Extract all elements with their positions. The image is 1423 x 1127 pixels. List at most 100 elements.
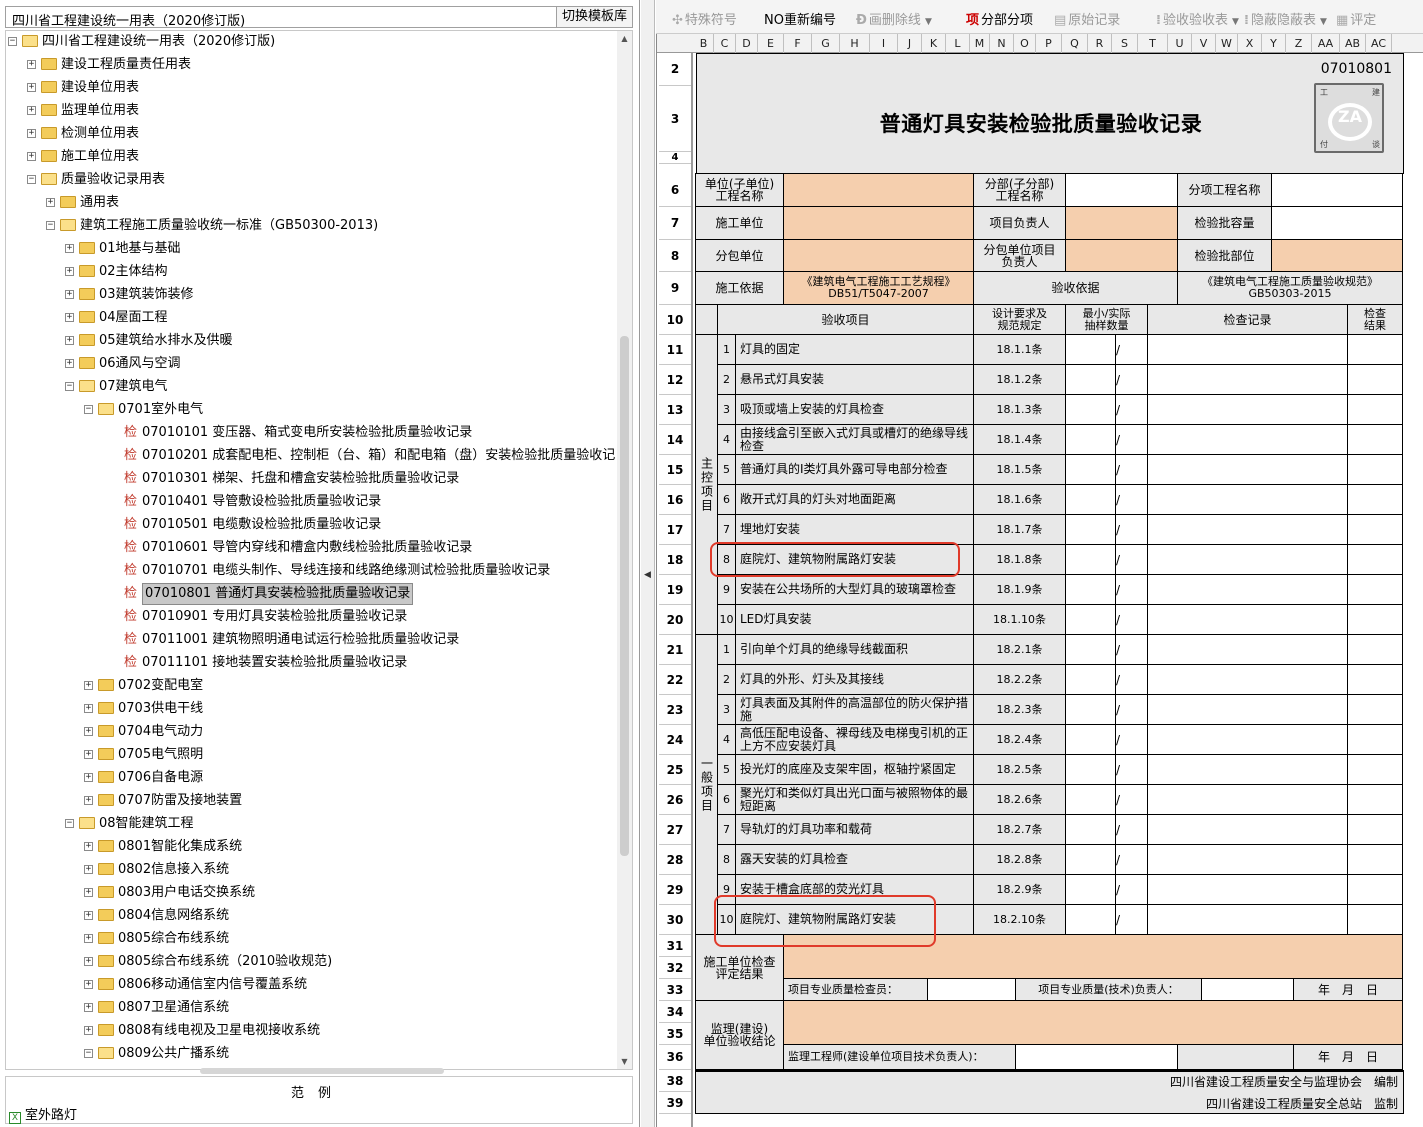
column-header[interactable]: F: [784, 34, 812, 53]
row-header[interactable]: 18: [659, 545, 691, 575]
toolbar-button[interactable]: 项分部分项: [966, 9, 1033, 28]
supervisor-engineer-field[interactable]: [1015, 1044, 1178, 1070]
sample-actual-field[interactable]: /: [1115, 454, 1148, 485]
column-header[interactable]: V: [1192, 34, 1216, 53]
tree-item-folder[interactable]: +0805综合布线系统（2010验收规范): [6, 951, 616, 973]
sample-actual-field[interactable]: /: [1115, 424, 1148, 455]
row-header[interactable]: 10: [659, 305, 691, 335]
scroll-thumb[interactable]: [620, 336, 629, 856]
expand-toggle-icon[interactable]: +: [84, 934, 93, 943]
sample-count-field[interactable]: [1065, 664, 1116, 695]
tree-item-folder[interactable]: +02主体结构: [6, 261, 616, 283]
expand-toggle-icon[interactable]: +: [84, 980, 93, 989]
sample-count-field[interactable]: [1065, 634, 1116, 665]
check-record-field[interactable]: [1147, 424, 1348, 455]
row-header[interactable]: 17: [659, 515, 691, 545]
check-result-field[interactable]: [1347, 514, 1403, 545]
row-header[interactable]: 28: [659, 845, 691, 875]
tree-item-folder[interactable]: +0805综合布线系统: [6, 928, 616, 950]
sub-project-field[interactable]: [1065, 173, 1178, 207]
sample-actual-field[interactable]: /: [1115, 634, 1148, 665]
toolbar-button[interactable]: ⁞ 隐蔽隐蔽表 ▼: [1244, 9, 1327, 28]
expand-toggle-icon[interactable]: +: [84, 957, 93, 966]
row-header[interactable]: 21: [659, 635, 691, 665]
check-record-field[interactable]: [1147, 904, 1348, 935]
check-record-field[interactable]: [1147, 634, 1348, 665]
check-record-field[interactable]: [1147, 484, 1348, 515]
collapse-toggle-icon[interactable]: −: [8, 37, 17, 46]
contractor-date[interactable]: 年 月 日: [1293, 978, 1403, 1001]
tree-item-form[interactable]: 检 07010601 导管内穿线和槽盒内敷线检验批质量验收记录: [6, 537, 616, 559]
row-header[interactable]: 31: [659, 935, 691, 957]
check-record-field[interactable]: [1147, 544, 1348, 575]
collapse-toggle-icon[interactable]: −: [27, 175, 36, 184]
check-record-field[interactable]: [1147, 724, 1348, 755]
tree-item-folder[interactable]: +0807卫星通信系统: [6, 997, 616, 1019]
expand-toggle-icon[interactable]: +: [65, 313, 74, 322]
tree-item-folder[interactable]: +05建筑给水排水及供暖: [6, 330, 616, 352]
tree-item-folder[interactable]: +0801智能化集成系统: [6, 836, 616, 858]
sample-actual-field[interactable]: /: [1115, 844, 1148, 875]
tree-item-folder[interactable]: − 07建筑电气: [6, 376, 616, 398]
sample-count-field[interactable]: [1065, 604, 1116, 635]
row-header[interactable]: 7: [659, 207, 691, 240]
collapse-toggle-icon[interactable]: −: [84, 405, 93, 414]
check-record-field[interactable]: [1147, 694, 1348, 725]
tree-item-folder[interactable]: +03建筑装饰装修: [6, 284, 616, 306]
tree-item-folder[interactable]: + 建设工程质量责任用表: [6, 54, 616, 76]
expand-toggle-icon[interactable]: +: [27, 60, 36, 69]
sample-count-field[interactable]: [1065, 394, 1116, 425]
collapse-toggle-icon[interactable]: −: [84, 1049, 93, 1058]
row-header[interactable]: 23: [659, 695, 691, 725]
tree-item-folder[interactable]: +0806移动通信室内信号覆盖系统: [6, 974, 616, 996]
check-record-field[interactable]: [1147, 574, 1348, 605]
column-header[interactable]: X: [1238, 34, 1262, 53]
row-header[interactable]: 20: [659, 605, 691, 635]
row-header[interactable]: 38: [659, 1070, 691, 1092]
tree-horizontal-scrollbar[interactable]: [200, 1068, 444, 1074]
toolbar-button[interactable]: ▦ 评定: [1336, 9, 1376, 28]
row-header[interactable]: 35: [659, 1023, 691, 1045]
check-record-field[interactable]: [1147, 784, 1348, 815]
check-result-field[interactable]: [1347, 694, 1403, 725]
collapse-toggle-icon[interactable]: −: [65, 382, 74, 391]
expand-toggle-icon[interactable]: +: [27, 152, 36, 161]
toolbar-button[interactable]: NO重新编号: [764, 9, 836, 28]
column-header[interactable]: N: [990, 34, 1014, 53]
expand-toggle-icon[interactable]: +: [46, 198, 55, 207]
check-result-field[interactable]: [1347, 334, 1403, 365]
column-header[interactable]: W: [1216, 34, 1238, 53]
legend-item[interactable]: X 室外路灯: [9, 1104, 77, 1124]
sub-project-manager-field[interactable]: [1065, 239, 1178, 272]
tree-item-form[interactable]: 检 07011101 接地装置安装检验批质量验收记录: [6, 652, 616, 674]
expand-toggle-icon[interactable]: +: [65, 359, 74, 368]
expand-toggle-icon[interactable]: +: [65, 336, 74, 345]
subcontractor-field[interactable]: [783, 239, 974, 272]
sample-count-field[interactable]: [1065, 364, 1116, 395]
row-header[interactable]: 16: [659, 485, 691, 515]
column-header[interactable]: C: [714, 34, 736, 53]
column-header[interactable]: T: [1138, 34, 1168, 53]
tree-item-form[interactable]: 检 07010101 变压器、箱式变电所安装检验批质量验收记录: [6, 422, 616, 444]
check-result-field[interactable]: [1347, 874, 1403, 905]
column-header[interactable]: AC: [1366, 34, 1392, 53]
sample-actual-field[interactable]: /: [1115, 664, 1148, 695]
check-result-field[interactable]: [1347, 484, 1403, 515]
tree-item-folder[interactable]: + 监理单位用表: [6, 100, 616, 122]
sample-count-field[interactable]: [1065, 544, 1116, 575]
column-header[interactable]: AB: [1340, 34, 1366, 53]
toolbar-button[interactable]: ▤ 原始记录: [1054, 9, 1120, 28]
row-header[interactable]: 9: [659, 272, 691, 305]
toolbar-button[interactable]: ✣ 特殊符号: [672, 9, 737, 28]
column-header[interactable]: O: [1014, 34, 1036, 53]
column-header[interactable]: U: [1168, 34, 1192, 53]
column-header[interactable]: K: [922, 34, 946, 53]
expand-toggle-icon[interactable]: +: [65, 244, 74, 253]
column-header[interactable]: H: [840, 34, 870, 53]
check-result-field[interactable]: [1347, 394, 1403, 425]
sample-actual-field[interactable]: /: [1115, 784, 1148, 815]
sample-count-field[interactable]: [1065, 514, 1116, 545]
tree-item-form[interactable]: 检 07010201 成套配电柜、控制柜（台、箱）和配电箱（盘）安装检验批质量验收…: [6, 445, 616, 467]
tree-item-folder[interactable]: +0706自备电源: [6, 767, 616, 789]
tree-item-folder[interactable]: + 检测单位用表: [6, 123, 616, 145]
